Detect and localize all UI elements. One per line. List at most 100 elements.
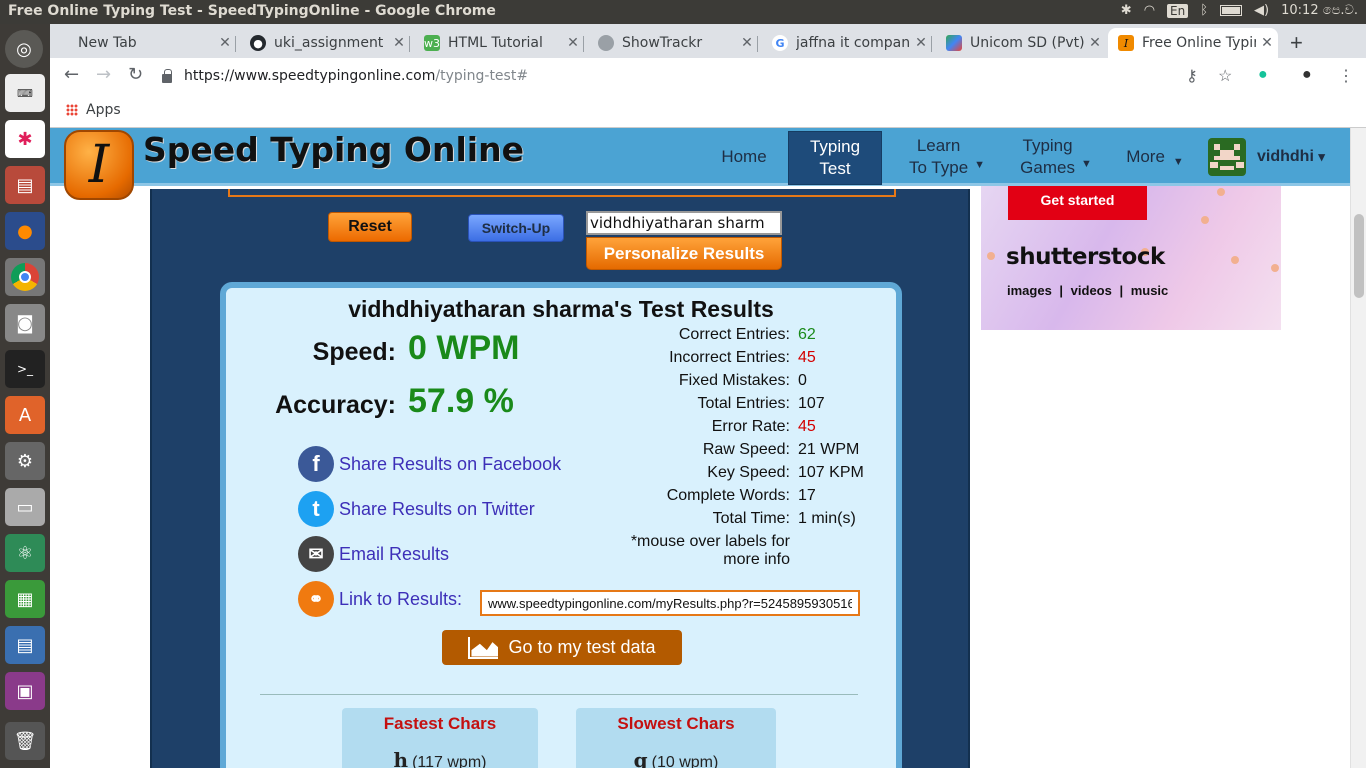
stat-label[interactable]: Complete Words: [556, 487, 790, 505]
address-bar[interactable]: https://www.speedtypingonline.com/typing… [162, 62, 1292, 90]
settings-icon[interactable]: ⚙ [5, 442, 45, 480]
slowest-chars-box: Slowest Chars g (10 wpm) [576, 708, 776, 768]
stat-value: 107 [798, 395, 825, 412]
document-icon[interactable]: ▤ [5, 626, 45, 664]
link-icon: ⚭ [298, 581, 334, 617]
ad-get-started-button[interactable]: Get started [1008, 186, 1147, 220]
nav-learn-to-type[interactable]: Learn To Type ▼ [902, 128, 992, 186]
tab-free-online-typing[interactable]: I Free Online Typing ✕ [1108, 28, 1278, 58]
back-button[interactable]: ← [64, 64, 79, 85]
close-icon[interactable]: ✕ [736, 35, 758, 51]
slack-tray-icon[interactable]: ✱ [1121, 3, 1132, 18]
new-tab-button[interactable]: + [1290, 30, 1303, 56]
tab-new-tab[interactable]: New Tab ✕ [58, 28, 236, 58]
trash-icon[interactable]: 🗑 [5, 722, 45, 760]
tab-title: jaffna it compan [796, 35, 910, 51]
nav-more[interactable]: More ▼ [1120, 128, 1190, 186]
keyboard-layout-indicator[interactable]: En [1167, 3, 1189, 18]
close-icon[interactable]: ✕ [1084, 35, 1106, 51]
email-icon: ✉ [298, 536, 334, 572]
nav-typing-test[interactable]: Typing Test [788, 131, 882, 185]
tab-html-tutorial[interactable]: w3 HTML Tutorial ✕ [414, 28, 584, 58]
nav-typing-games[interactable]: Typing Games ▼ [1016, 128, 1096, 186]
scrollbar-thumb[interactable] [1354, 214, 1364, 298]
tab-unicom-sd[interactable]: Unicom SD (Pvt) ✕ [936, 28, 1106, 58]
speed-label[interactable]: Speed: [266, 338, 396, 367]
user-menu[interactable]: vidhdhi ▾ [1257, 148, 1325, 166]
spreadsheet-icon[interactable]: ▦ [5, 580, 45, 618]
stat-label[interactable]: Total Entries: [556, 395, 790, 413]
bluetooth-icon[interactable]: ᛒ [1200, 3, 1208, 18]
site-logo[interactable]: I [64, 130, 134, 200]
software-center-icon[interactable]: A [5, 396, 45, 434]
drive-icon[interactable]: ▭ [5, 488, 45, 526]
stat-label[interactable]: Total Time: [556, 510, 790, 528]
system-tray: ✱ ◠ En ᛒ ◀) 10:12 පෙ.ව. [1121, 3, 1358, 18]
firefox-icon[interactable]: ● [5, 212, 45, 250]
dropdown-arrow-icon: ▼ [974, 159, 986, 171]
user-avatar[interactable] [1208, 138, 1246, 176]
os-top-bar: Free Online Typing Test - SpeedTypingOnl… [0, 0, 1366, 24]
tab-showtrackr[interactable]: ShowTrackr ✕ [588, 28, 758, 58]
terminal-icon[interactable]: >_ [5, 350, 45, 388]
share-twitter-link[interactable]: t Share Results on Twitter [298, 491, 535, 527]
apps-shortcut[interactable]: Apps [66, 102, 121, 118]
camera-icon[interactable]: ◙ [5, 304, 45, 342]
close-icon[interactable]: ✕ [214, 35, 236, 51]
site-brand[interactable]: Speed Typing Online [143, 130, 524, 169]
fastest-chars-box: Fastest Chars h (117 wpm) [342, 708, 538, 768]
stat-label[interactable]: Fixed Mistakes: [556, 372, 790, 390]
stat-value: 0 [798, 372, 807, 389]
slack-icon[interactable]: ✱ [5, 120, 45, 158]
lock-icon[interactable] [162, 68, 172, 83]
personalize-results-button[interactable]: Personalize Results [586, 237, 782, 270]
page-scrollbar[interactable] [1350, 128, 1366, 768]
close-icon[interactable]: ✕ [1256, 35, 1278, 51]
stat-label[interactable]: Correct Entries: [556, 326, 790, 344]
stat-label[interactable]: Key Speed: [556, 464, 790, 482]
email-results-link[interactable]: ✉ Email Results [298, 536, 449, 572]
name-input[interactable] [586, 211, 782, 235]
battery-icon[interactable] [1220, 5, 1243, 16]
go-to-test-data-button[interactable]: Go to my test data [442, 630, 682, 665]
ubuntu-dash-icon[interactable]: ◎ [5, 30, 43, 68]
volume-icon[interactable]: ◀) [1254, 3, 1269, 18]
keyboard-settings-icon[interactable]: ⌨ [5, 74, 45, 112]
window-title: Free Online Typing Test - SpeedTypingOnl… [8, 3, 496, 19]
nav-home[interactable]: Home [710, 128, 778, 186]
chrome-icon[interactable] [5, 258, 45, 296]
stat-value: 1 min(s) [798, 510, 856, 527]
tab-uki-assignment[interactable]: ● uki_assignment ✕ [240, 28, 410, 58]
atom-icon[interactable]: ⚛ [5, 534, 45, 572]
url-path: /typing-test# [435, 68, 529, 84]
key-icon[interactable]: ⚷ [1186, 66, 1198, 86]
facebook-icon: f [298, 446, 334, 482]
results-link-field[interactable] [480, 590, 860, 616]
clock[interactable]: 10:12 පෙ.ව. [1281, 3, 1358, 18]
bookmark-star-icon[interactable]: ☆ [1218, 66, 1232, 86]
close-icon[interactable]: ✕ [910, 35, 932, 51]
tab-jaffna-it[interactable]: G jaffna it compan ✕ [762, 28, 932, 58]
menu-icon[interactable]: ⋮ [1338, 66, 1354, 86]
grammarly-icon[interactable]: ● [1258, 66, 1268, 84]
close-icon[interactable]: ✕ [562, 35, 584, 51]
stat-label[interactable]: Error Rate: [556, 418, 790, 436]
profile-avatar[interactable]: ● [1302, 66, 1312, 84]
accuracy-label[interactable]: Accuracy: [246, 391, 396, 420]
share-facebook-link[interactable]: f Share Results on Facebook [298, 446, 561, 482]
files-icon[interactable]: ▤ [5, 166, 45, 204]
typing-area-bottom-edge [228, 189, 896, 197]
reset-button[interactable]: Reset [328, 212, 412, 242]
switch-up-button[interactable]: Switch-Up [468, 214, 564, 242]
stat-value: 107 KPM [798, 464, 864, 481]
wifi-icon[interactable]: ◠ [1144, 3, 1155, 18]
forward-button[interactable]: → [96, 64, 111, 85]
stat-label[interactable]: Raw Speed: [556, 441, 790, 459]
reload-button[interactable]: ↻ [128, 64, 143, 85]
presentation-icon[interactable]: ▣ [5, 672, 45, 710]
stat-label[interactable]: Incorrect Entries: [556, 349, 790, 367]
shutterstock-ad[interactable]: Get started shutterstock images | videos… [981, 186, 1281, 330]
tab-title: HTML Tutorial [448, 35, 543, 51]
ubuntu-launcher: ◎ ⌨ ✱ ▤ ● ◙ >_ A ⚙ ▭ ⚛ ▦ ▤ ▣ 🗑 [0, 24, 50, 768]
close-icon[interactable]: ✕ [388, 35, 410, 51]
